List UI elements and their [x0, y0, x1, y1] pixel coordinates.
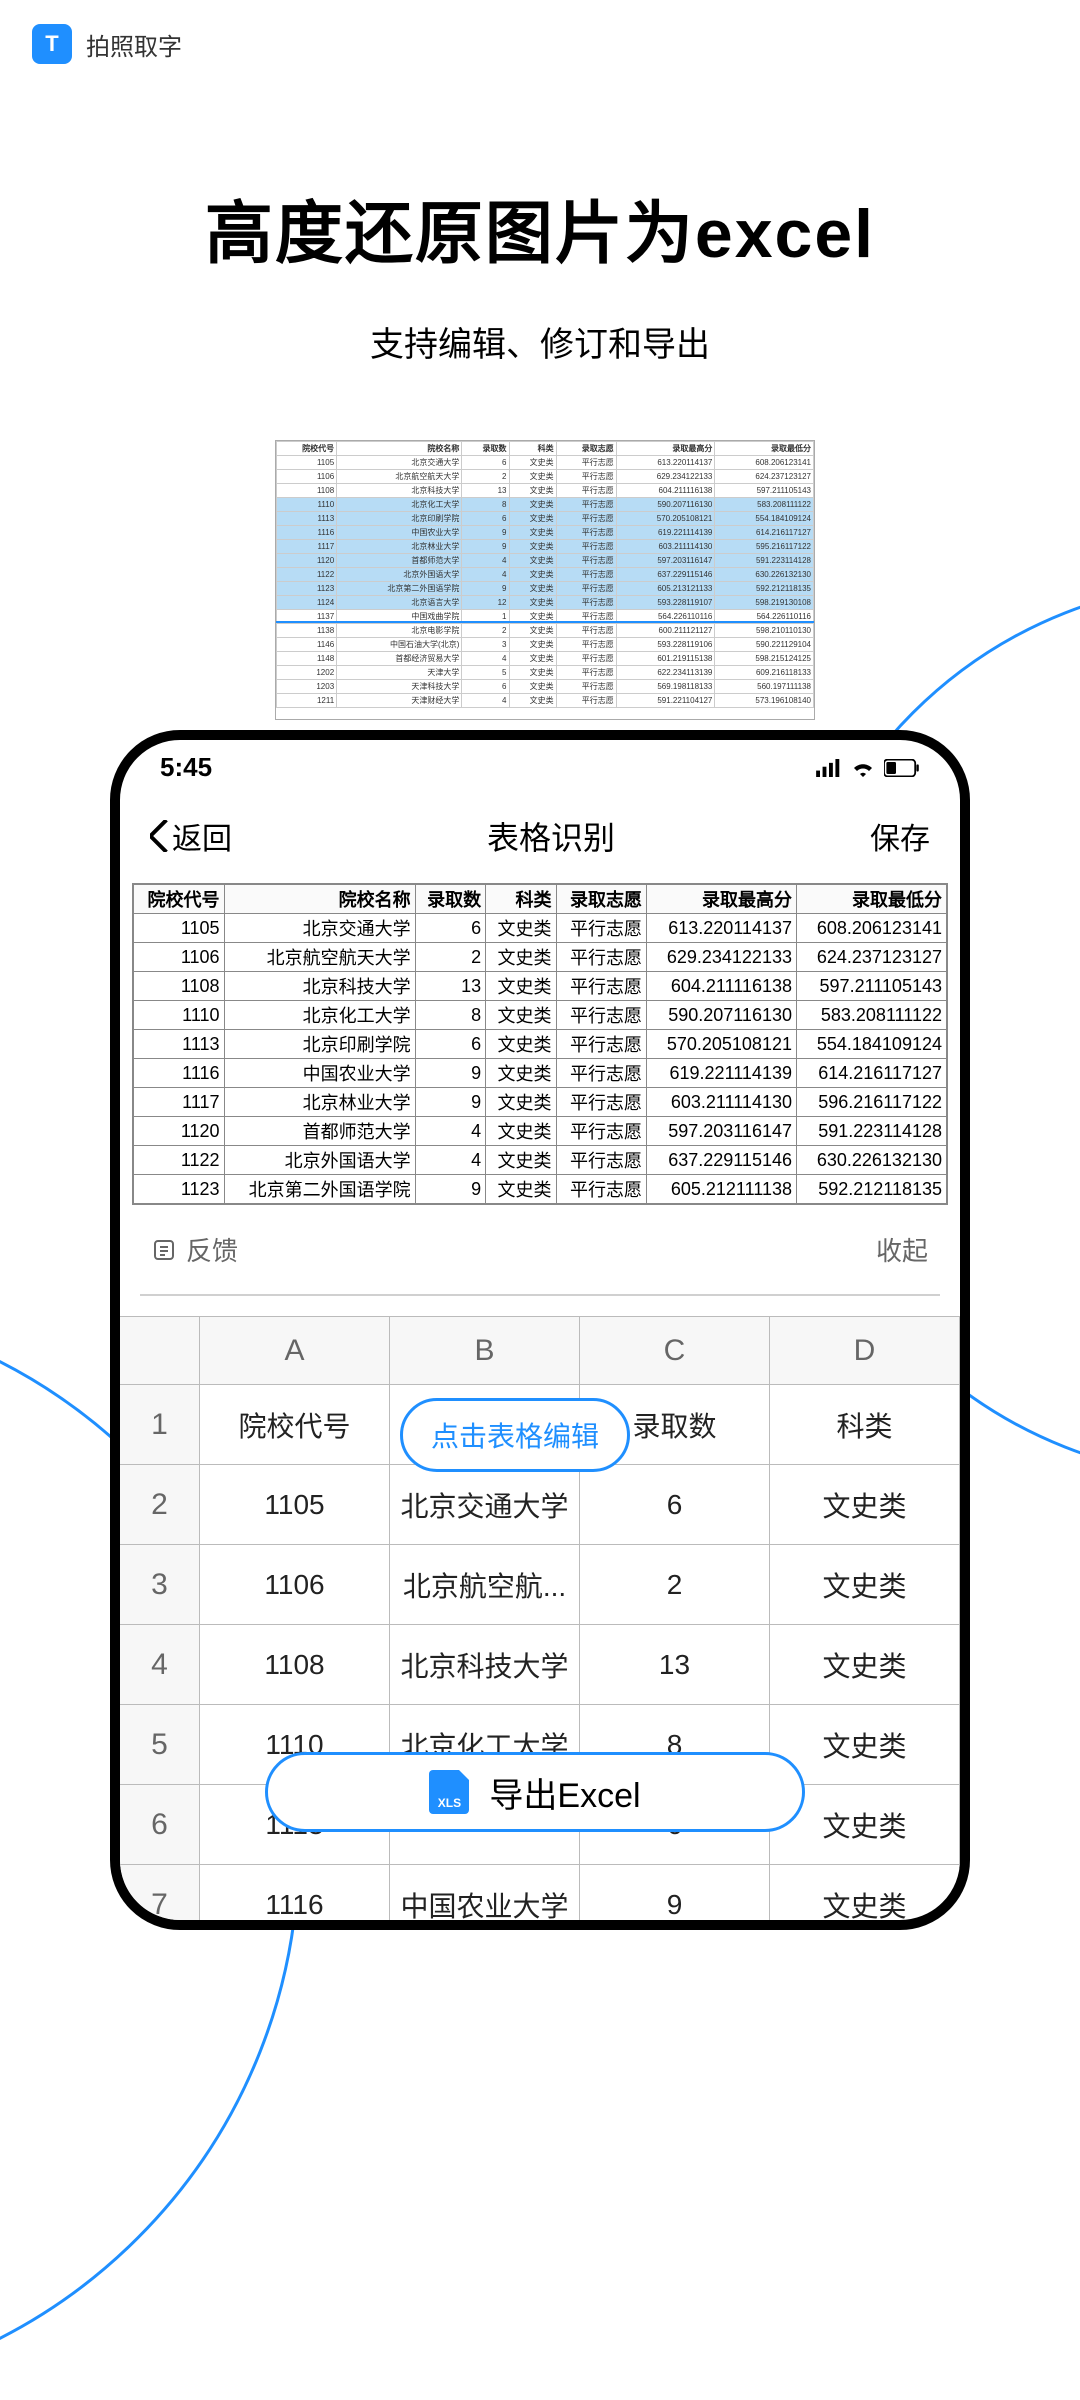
grid-cell[interactable]: 科类 — [770, 1385, 960, 1465]
app-header: T 拍照取字 — [0, 0, 1080, 88]
battery-icon — [884, 759, 920, 777]
grid-cell[interactable]: 文史类 — [770, 1465, 960, 1545]
grid-cell[interactable]: 院校代号 — [200, 1385, 390, 1465]
row-header[interactable]: 3 — [120, 1545, 200, 1625]
feedback-icon — [152, 1238, 176, 1262]
grid-cell[interactable]: 文史类 — [770, 1625, 960, 1705]
grid-cell[interactable]: 6 — [580, 1465, 770, 1545]
background-table-preview: 院校代号院校名称录取数科类录取志愿录取最高分录取最低分1105北京交通大学6文史… — [275, 440, 815, 720]
grid-cell[interactable]: 1108 — [200, 1625, 390, 1705]
divider — [140, 1294, 940, 1296]
hero-subtitle: 支持编辑、修订和导出 — [0, 317, 1080, 366]
col-header[interactable]: D — [770, 1317, 960, 1385]
nav-bar: 返回 表格识别 保存 — [120, 789, 960, 883]
scan-line — [276, 621, 814, 623]
grid-cell[interactable]: 2 — [580, 1545, 770, 1625]
feedback-button[interactable]: 反馈 — [152, 1231, 238, 1268]
grid-cell[interactable]: 13 — [580, 1625, 770, 1705]
grid-cell[interactable]: 北京交通大学 — [390, 1465, 580, 1545]
grid-cell[interactable]: 中国农业大学 — [390, 1865, 580, 1930]
save-button[interactable]: 保存 — [870, 814, 930, 858]
col-header[interactable]: B — [390, 1317, 580, 1385]
xls-icon: XLS — [429, 1770, 469, 1814]
grid-cell[interactable]: 1106 — [200, 1545, 390, 1625]
hero-title: 高度还原图片为excel — [0, 178, 1080, 277]
app-icon: T — [32, 24, 72, 64]
row-header[interactable]: 1 — [120, 1385, 200, 1465]
row-header[interactable]: 5 — [120, 1705, 200, 1785]
signal-icon — [816, 759, 842, 777]
edit-tooltip: 点击表格编辑 — [400, 1398, 630, 1472]
collapse-button[interactable]: 收起 — [876, 1231, 928, 1268]
col-header[interactable]: A — [200, 1317, 390, 1385]
feedback-bar: 反馈 收起 — [120, 1205, 960, 1294]
export-button-label: 导出Excel — [489, 1768, 640, 1817]
back-label: 返回 — [172, 814, 232, 858]
back-button[interactable]: 返回 — [150, 814, 232, 858]
recognition-result-table: 院校代号院校名称录取数科类录取志愿录取最高分录取最低分1105北京交通大学6文史… — [132, 883, 948, 1205]
status-time: 5:45 — [160, 752, 212, 783]
app-name: 拍照取字 — [86, 27, 182, 62]
col-header[interactable]: C — [580, 1317, 770, 1385]
grid-cell[interactable]: 文史类 — [770, 1865, 960, 1930]
status-bar: 5:45 — [120, 740, 960, 789]
grid-cell[interactable]: 北京航空航... — [390, 1545, 580, 1625]
status-icons — [816, 759, 920, 777]
feedback-label: 反馈 — [186, 1231, 238, 1268]
phone-frame: 5:45 返回 表格识别 保存 院校代号院校名称录取数科类录取志愿录取最高分录取… — [110, 730, 970, 1930]
row-header[interactable]: 6 — [120, 1785, 200, 1865]
grid-cell[interactable]: 9 — [580, 1865, 770, 1930]
wifi-icon — [850, 759, 876, 777]
grid-corner — [120, 1317, 200, 1385]
grid-cell[interactable]: 文史类 — [770, 1545, 960, 1625]
grid-cell[interactable]: 1116 — [200, 1865, 390, 1930]
grid-cell[interactable]: 1105 — [200, 1465, 390, 1545]
row-header[interactable]: 2 — [120, 1465, 200, 1545]
export-excel-button[interactable]: XLS 导出Excel — [265, 1752, 805, 1832]
page-title: 表格识别 — [487, 813, 615, 859]
chevron-left-icon — [150, 820, 170, 852]
grid-cell[interactable]: 北京科技大学 — [390, 1625, 580, 1705]
row-header[interactable]: 4 — [120, 1625, 200, 1705]
